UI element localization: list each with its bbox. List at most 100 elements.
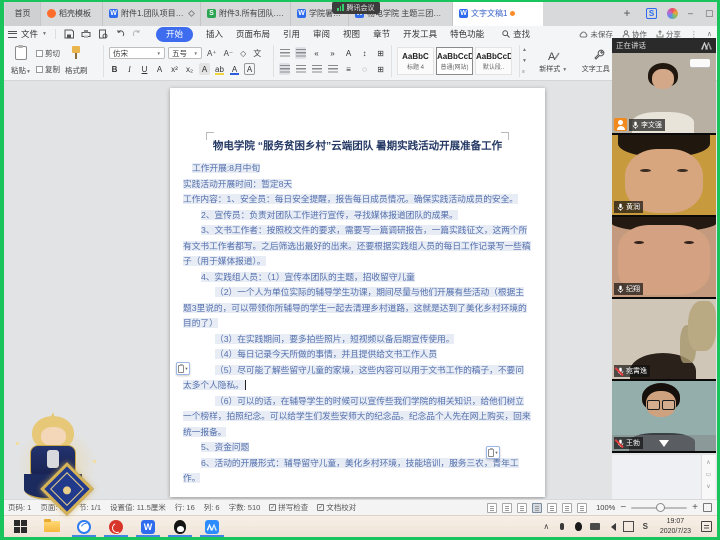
new-tab-button[interactable]: +	[618, 6, 636, 20]
document-line[interactable]: 6、活动的开展形式：辅导留守儿童，美化乡村环境，技能培训，服务三农，青年工作。	[183, 456, 532, 487]
right-tool-strip[interactable]: ∧▭∨	[701, 455, 715, 499]
taskbar-clock[interactable]: 19:07 2020/7/23	[657, 517, 694, 536]
document-page[interactable]: 物电学院 “服务贫困乡村”云端团队 暑期实践活动开展准备工作 工作开展:8月中旬…	[170, 88, 545, 497]
undo-icon[interactable]	[115, 29, 125, 39]
participant-video[interactable]: 王勃	[612, 381, 716, 451]
save-icon[interactable]	[64, 29, 74, 39]
session-manager-icon[interactable]: S	[646, 8, 657, 19]
eye-protect-view-icon[interactable]	[577, 503, 587, 513]
skin-center-icon[interactable]	[667, 8, 678, 19]
format-button[interactable]: A	[199, 63, 210, 75]
game-character-overlay[interactable]	[2, 412, 112, 516]
menu-item[interactable]: 视图	[343, 28, 360, 40]
participant-video[interactable]: 黄润	[612, 135, 716, 215]
document-line[interactable]: 4、实践组人员：（1）宣传本团队的主题，招收留守儿童	[183, 270, 532, 286]
format-button[interactable]: x₂	[184, 63, 195, 75]
document-line[interactable]: 2、宣传员：负责对团队工作进行宣传，寻找媒体报道团队的成果。	[183, 208, 532, 224]
phonetic-button[interactable]: 文	[251, 48, 263, 59]
meeting-panel-header[interactable]: 正在讲话	[612, 38, 716, 53]
taskbar-app-button[interactable]	[196, 516, 228, 537]
tray-icon[interactable]: ∧	[542, 522, 551, 531]
format-button[interactable]: A	[154, 63, 165, 75]
menu-item[interactable]: 页面布局	[236, 28, 270, 40]
zoom-in-button[interactable]: +	[692, 503, 698, 513]
taskbar-app-button[interactable]	[36, 516, 68, 537]
fit-page-button[interactable]	[703, 503, 712, 512]
tray-icon[interactable]: S	[641, 522, 650, 531]
tencent-meeting-pill[interactable]: 腾讯会议	[332, 1, 380, 14]
align-left-button[interactable]	[279, 63, 290, 75]
menu-item[interactable]: 开始	[156, 27, 193, 42]
save-status-button[interactable]: 未保存	[579, 29, 613, 40]
document-line[interactable]: 工作开展:8月中旬	[183, 161, 532, 177]
document-line[interactable]: （5）尽可能了解些留守儿童的家境，这些内容可以用于文书工作的稿子，不要问太多个人…	[183, 363, 532, 394]
document-line[interactable]: （3）在实践期间，要多拍些照片，短视频以备后期宣传使用。	[183, 332, 532, 348]
font-name-select[interactable]: 仿宋▼	[109, 47, 165, 59]
document-tab[interactable]: 首页	[5, 0, 41, 26]
format-button[interactable]: I	[124, 63, 135, 75]
document-tab[interactable]: 附件1.团队项目申报书.doc	[103, 0, 201, 26]
document-line[interactable]: 5、资金问题	[183, 440, 532, 456]
document-line[interactable]: 3、文书工作者：按照校文件的要求，需要写一篇调研报告，一篇实践征文，这两个所有文…	[183, 223, 532, 270]
style-card[interactable]: AaBbCcD 普通(网站)	[436, 47, 473, 75]
participant-video[interactable]: 纪翔	[612, 217, 716, 297]
decrease-indent-button[interactable]: «	[311, 47, 322, 59]
paste-options-floatie[interactable]: ▼	[176, 362, 190, 375]
sort-button[interactable]: ↕	[359, 47, 370, 59]
increase-indent-button[interactable]: »	[327, 47, 338, 59]
format-button[interactable]: A	[244, 63, 255, 75]
taskbar-app-button[interactable]	[164, 516, 196, 537]
page-view-icon[interactable]	[532, 503, 542, 513]
print-icon[interactable]	[81, 29, 91, 39]
font-size-select[interactable]: 五号▼	[168, 47, 202, 59]
web-view-icon[interactable]	[562, 503, 572, 513]
taskbar-app-button[interactable]	[132, 516, 164, 537]
document-line[interactable]: （6）可以的话，在辅导学生的时候可以宣传些我们学院的相关知识，给他们树立一个榜样…	[183, 394, 532, 441]
menu-item[interactable]: 引用	[283, 28, 300, 40]
document-line[interactable]: （2）一个人为单位实际的辅导学生功课，期间尽量与他们开展有些活动（根据主题3里说…	[183, 285, 532, 332]
zoom-level[interactable]: 100%	[596, 503, 615, 512]
cut-button[interactable]: 剪切	[36, 48, 60, 59]
taskbar-app-button[interactable]	[68, 516, 100, 537]
zoom-slider-thumb[interactable]	[656, 503, 665, 512]
justify-button[interactable]	[327, 63, 338, 75]
document-tab[interactable]: 文字文稿1	[453, 0, 543, 26]
format-button[interactable]: ab	[214, 63, 225, 75]
taskbar-app-button[interactable]	[4, 516, 36, 537]
styles-scroll[interactable]: ▲▼≡	[520, 45, 527, 77]
style-card[interactable]: AaBbCcDd 默认段..	[475, 47, 512, 75]
menu-item[interactable]: 插入	[206, 28, 223, 40]
tray-icon[interactable]	[590, 523, 600, 530]
format-button[interactable]: x²	[169, 63, 180, 75]
zoom-out-button[interactable]: −	[620, 503, 626, 513]
minimize-button[interactable]: –	[688, 8, 693, 18]
collapse-ribbon-icon[interactable]: ∧	[707, 30, 712, 38]
paste-button[interactable]: 粘贴▼	[11, 45, 31, 77]
menu-item[interactable]: 特色功能	[450, 28, 484, 40]
print-preview-icon[interactable]	[98, 29, 108, 39]
document-line[interactable]: 工作内容：1、安全员：每日安全提醒，报告每日成员情况。确保实践活动成员的安全。	[183, 192, 532, 208]
document-title[interactable]: 物电学院 “服务贫困乡村”云端团队 暑期实践活动开展准备工作	[183, 138, 532, 153]
menu-item[interactable]: 开发工具	[403, 28, 437, 40]
copy-button[interactable]: 复制	[36, 64, 60, 75]
align-right-button[interactable]	[311, 63, 322, 75]
format-button[interactable]: A	[229, 63, 240, 75]
taskbar-app-button[interactable]	[100, 516, 132, 537]
redo-icon[interactable]	[132, 29, 142, 39]
maximize-button[interactable]: ▢	[705, 8, 714, 19]
borders-button[interactable]: ⊞	[375, 47, 386, 59]
decrease-font-button[interactable]: A⁻	[222, 49, 236, 58]
search-menu[interactable]: 查找	[502, 28, 530, 40]
format-button[interactable]: B	[109, 63, 120, 75]
zoom-slider[interactable]	[631, 507, 687, 509]
bullet-list-button[interactable]	[279, 47, 290, 59]
statusbar-check-button[interactable]: ✓ 文档校对	[317, 502, 356, 513]
file-menu[interactable]: 文件 ▼	[8, 28, 47, 40]
document-tab[interactable]: 附件3.所有团队...信息统计表(1)	[201, 0, 291, 26]
shading-button[interactable]: ◌	[359, 63, 370, 75]
document-tab[interactable]: 稻壳模板	[41, 0, 103, 26]
menu-item[interactable]: 审阅	[313, 28, 330, 40]
document-line[interactable]: 实践活动开展时间：暂定8天	[183, 177, 532, 193]
table-button[interactable]: ⊞	[375, 63, 386, 75]
statusbar-check-button[interactable]: ✓ 拼写检查	[269, 502, 308, 513]
